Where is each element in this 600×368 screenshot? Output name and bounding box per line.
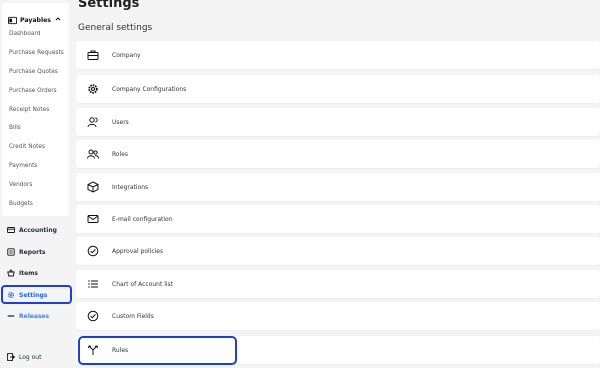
cube-icon — [87, 181, 99, 193]
logout-button[interactable]: Log out — [7, 351, 41, 363]
settings-row-label: Custom Fields — [112, 312, 154, 320]
sidebar-item-label: Accounting — [19, 226, 57, 234]
wallet-icon — [7, 227, 15, 233]
settings-row-company[interactable]: Company — [76, 41, 600, 69]
gear-icon — [88, 84, 98, 94]
settings-row-approval-policies[interactable]: Approval policies — [76, 237, 600, 265]
settings-row-label: Integrations — [112, 183, 149, 191]
settings-row-label: E-mail configuration — [112, 215, 173, 223]
basket-icon — [7, 269, 15, 277]
settings-row-email-configuration[interactable]: E-mail configuration — [76, 205, 600, 233]
section-title: General settings — [78, 23, 153, 33]
settings-highlight — [1, 285, 72, 304]
settings-row-custom-fields[interactable]: Custom Fields — [76, 302, 600, 330]
check-circle-icon — [87, 310, 99, 322]
sidebar-item-releases[interactable]: Releases — [7, 310, 49, 322]
sidebar-item-label: Items — [19, 269, 38, 277]
logout-icon — [7, 353, 15, 361]
payables-label: Payables — [20, 16, 51, 24]
releases-icon — [7, 315, 15, 317]
payables-toggle[interactable]: Payables — [8, 13, 68, 27]
settings-row-users[interactable]: Users — [76, 108, 600, 136]
chevron-up-icon[interactable] — [55, 16, 61, 22]
sidebar-item-dashboard[interactable]: Dashboard — [9, 31, 40, 37]
settings-row-company-configurations[interactable]: Company Configurations — [76, 75, 600, 103]
settings-row-label: Approval policies — [112, 247, 164, 255]
user-icon — [87, 117, 98, 128]
list-icon — [88, 280, 98, 288]
settings-row-roles[interactable]: Roles — [76, 140, 600, 168]
settings-row-label: Chart of Account list — [112, 280, 174, 288]
report-icon — [7, 248, 15, 256]
payables-icon — [8, 16, 17, 24]
sidebar-item-credit-notes[interactable]: Credit Notes — [9, 144, 45, 150]
mail-icon — [87, 215, 99, 223]
briefcase-icon — [87, 50, 99, 60]
sidebar-item-accounting[interactable]: Accounting — [7, 224, 57, 236]
check-circle-icon — [87, 245, 99, 257]
settings-row-label: Roles — [112, 150, 129, 158]
sidebar-item-items[interactable]: Items — [7, 267, 38, 279]
page-title: Settings — [78, 0, 140, 11]
users-icon — [87, 149, 99, 159]
sidebar-item-reports[interactable]: Reports — [7, 246, 46, 258]
settings-row-label: Users — [112, 118, 129, 126]
sidebar-item-vendors[interactable]: Vendors — [9, 182, 32, 188]
sidebar-item-bills[interactable]: Bills — [9, 125, 21, 131]
sidebar: Payables Dashboard Purchase Requests Pur… — [0, 0, 72, 368]
logout-label: Log out — [19, 353, 42, 361]
rules-highlight — [78, 336, 237, 365]
sidebar-item-receipt-notes[interactable]: Receipt Notes — [9, 107, 49, 113]
sidebar-item-payments[interactable]: Payments — [9, 163, 37, 169]
sidebar-item-label: Reports — [19, 248, 46, 256]
sidebar-item-purchase-quotes[interactable]: Purchase Quotes — [9, 69, 58, 75]
main-content: Settings General settings Company Compan… — [72, 0, 600, 368]
settings-row-integrations[interactable]: Integrations — [76, 173, 600, 201]
sidebar-item-label: Releases — [19, 312, 50, 320]
settings-row-label: Company Configurations — [112, 85, 187, 93]
sidebar-item-purchase-orders[interactable]: Purchase Orders — [9, 88, 57, 94]
settings-row-chart-of-account-list[interactable]: Chart of Account list — [76, 270, 600, 298]
settings-row-label: Company — [112, 51, 141, 59]
sidebar-item-purchase-requests[interactable]: Purchase Requests — [9, 50, 64, 56]
sidebar-item-budgets[interactable]: Budgets — [9, 201, 33, 207]
